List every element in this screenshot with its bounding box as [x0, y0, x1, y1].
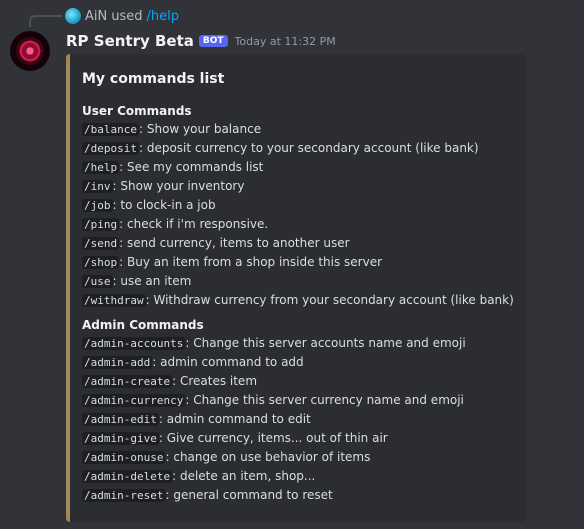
command-row: /admin-edit: admin command to edit — [82, 410, 514, 429]
command-description: admin command to add — [160, 355, 304, 369]
command-name: /admin-give — [82, 432, 159, 445]
command-separator: : — [158, 412, 167, 426]
bot-username[interactable]: RP Sentry Beta — [66, 32, 194, 50]
command-description: deposit currency to your secondary accou… — [146, 141, 479, 155]
command-name: /admin-onuse — [82, 451, 166, 464]
command-separator: : — [172, 374, 180, 388]
command-description: Show your inventory — [120, 179, 245, 193]
command-row: /ping: check if i'm responsive. — [82, 215, 514, 234]
bot-avatar[interactable] — [10, 31, 50, 71]
command-separator: : — [138, 122, 147, 136]
command-row: /job: to clock-in a job — [82, 196, 514, 215]
command-name: /balance — [82, 123, 139, 136]
command-row: /send: send currency, items to another u… — [82, 234, 514, 253]
command-row: /admin-create: Creates item — [82, 372, 514, 391]
command-name: /send — [82, 237, 120, 250]
command-row: /admin-add: admin command to add — [82, 353, 514, 372]
command-name: /admin-add — [82, 356, 153, 369]
command-row: /admin-delete: delete an item, shop... — [82, 467, 514, 486]
command-row: /admin-reset: general command to reset — [82, 486, 514, 505]
message-timestamp[interactable]: Today at 11:32 PM — [235, 35, 336, 48]
command-name: /ping — [82, 218, 120, 231]
command-description: check if i'm responsive. — [126, 217, 269, 231]
command-separator: : — [119, 236, 127, 250]
command-name: /withdraw — [82, 294, 146, 307]
command-row: /inv: Show your inventory — [82, 177, 514, 196]
command-name: /shop — [82, 256, 120, 269]
command-row: /withdraw: Withdraw currency from your s… — [82, 291, 514, 310]
command-description: send currency, items to another user — [126, 236, 350, 250]
command-description: delete an item, shop... — [179, 469, 316, 483]
command-row: /shop: Buy an item from a shop inside th… — [82, 253, 514, 272]
section-title: Admin Commands — [82, 318, 204, 332]
command-name: /admin-accounts — [82, 337, 186, 350]
command-separator: : — [138, 141, 147, 155]
command-separator: : — [119, 255, 127, 269]
command-description: Change this server accounts name and emo… — [193, 336, 466, 350]
command-row: /use: use an item — [82, 272, 514, 291]
command-name: /admin-create — [82, 375, 173, 388]
command-description: to clock-in a job — [120, 198, 216, 212]
message-header: RP Sentry Beta BOT Today at 11:32 PM — [66, 30, 336, 52]
command-description: Give currency, items... out of thin air — [166, 431, 388, 445]
command-description: Buy an item from a shop inside this serv… — [126, 255, 383, 269]
command-row: /admin-accounts: Change this server acco… — [82, 334, 514, 353]
command-description: See my commands list — [126, 160, 264, 174]
command-row: /admin-give: Give currency, items... out… — [82, 429, 514, 448]
command-name: /help — [82, 161, 120, 174]
command-row: /deposit: deposit currency to your secon… — [82, 139, 514, 158]
command-description: use an item — [120, 274, 192, 288]
command-name: /inv — [82, 180, 113, 193]
embed-title: My commands list — [82, 71, 225, 87]
command-name: /admin-reset — [82, 489, 166, 502]
command-description: Change this server currency name and emo… — [193, 393, 464, 407]
command-description: general command to reset — [173, 488, 333, 502]
command-separator: : — [119, 217, 127, 231]
embed-sections: User Commands/balance: Show your balance… — [82, 102, 514, 505]
reply-command-link[interactable]: /help — [147, 9, 179, 24]
command-row: /help: See my commands list — [82, 158, 514, 177]
command-name: /use — [82, 275, 113, 288]
reply-action: used — [111, 8, 143, 24]
command-separator: : — [119, 160, 127, 174]
bot-badge: BOT — [198, 35, 228, 47]
command-description: admin command to edit — [166, 412, 311, 426]
commands-embed: My commands list User Commands/balance: … — [66, 54, 526, 522]
command-separator: : — [172, 469, 180, 483]
reply-username[interactable]: AiN — [85, 9, 107, 24]
command-name: /deposit — [82, 142, 139, 155]
command-description: Show your balance — [146, 122, 262, 136]
command-row: /admin-onuse: change on use behavior of … — [82, 448, 514, 467]
command-name: /admin-currency — [82, 394, 186, 407]
reply-context[interactable]: AiN used /help — [65, 6, 179, 26]
command-separator: : — [152, 355, 161, 369]
command-description: Creates item — [179, 374, 258, 388]
command-name: /admin-delete — [82, 470, 173, 483]
reply-user-avatar[interactable] — [65, 8, 81, 24]
command-separator: : — [158, 431, 167, 445]
command-row: /admin-currency: Change this server curr… — [82, 391, 514, 410]
command-row: /balance: Show your balance — [82, 120, 514, 139]
command-description: change on use behavior of items — [173, 450, 371, 464]
command-name: /job — [82, 199, 113, 212]
command-name: /admin-edit — [82, 413, 159, 426]
command-description: Withdraw currency from your secondary ac… — [153, 293, 514, 307]
reply-spine — [29, 15, 62, 27]
section-title: User Commands — [82, 104, 192, 118]
